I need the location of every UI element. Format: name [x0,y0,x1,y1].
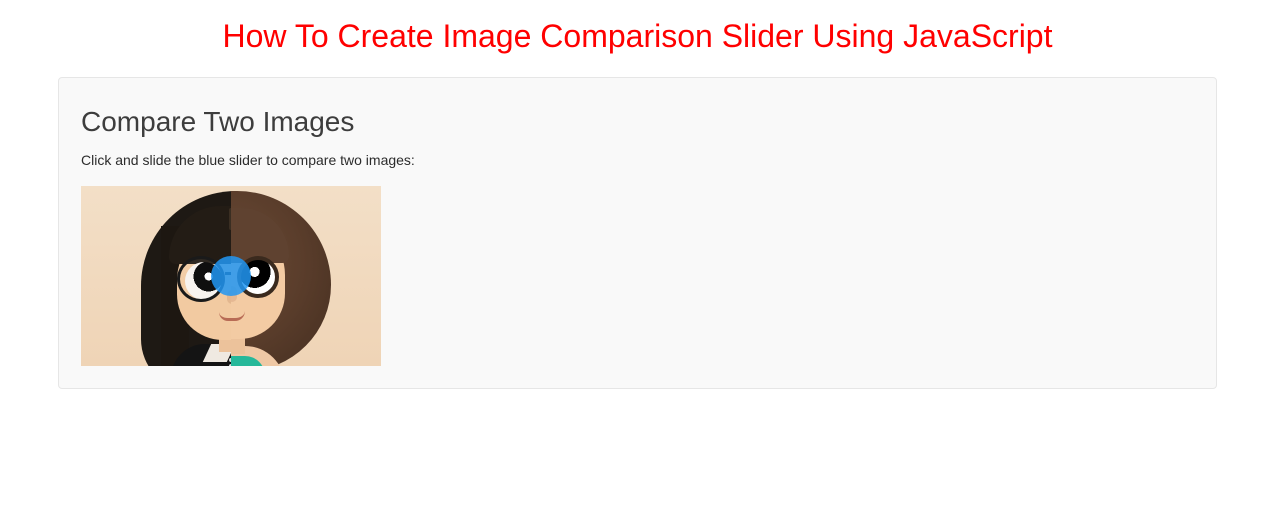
demo-panel: Compare Two Images Click and slide the b… [58,77,1217,389]
instructions-text: Click and slide the blue slider to compa… [81,152,1194,168]
comparison-slider-handle[interactable] [211,256,251,296]
page-title: How To Create Image Comparison Slider Us… [0,0,1275,77]
image-comparison-container [81,186,381,366]
section-heading: Compare Two Images [81,106,1194,138]
illustration-before [81,186,231,366]
image-left-overlay [81,186,231,366]
